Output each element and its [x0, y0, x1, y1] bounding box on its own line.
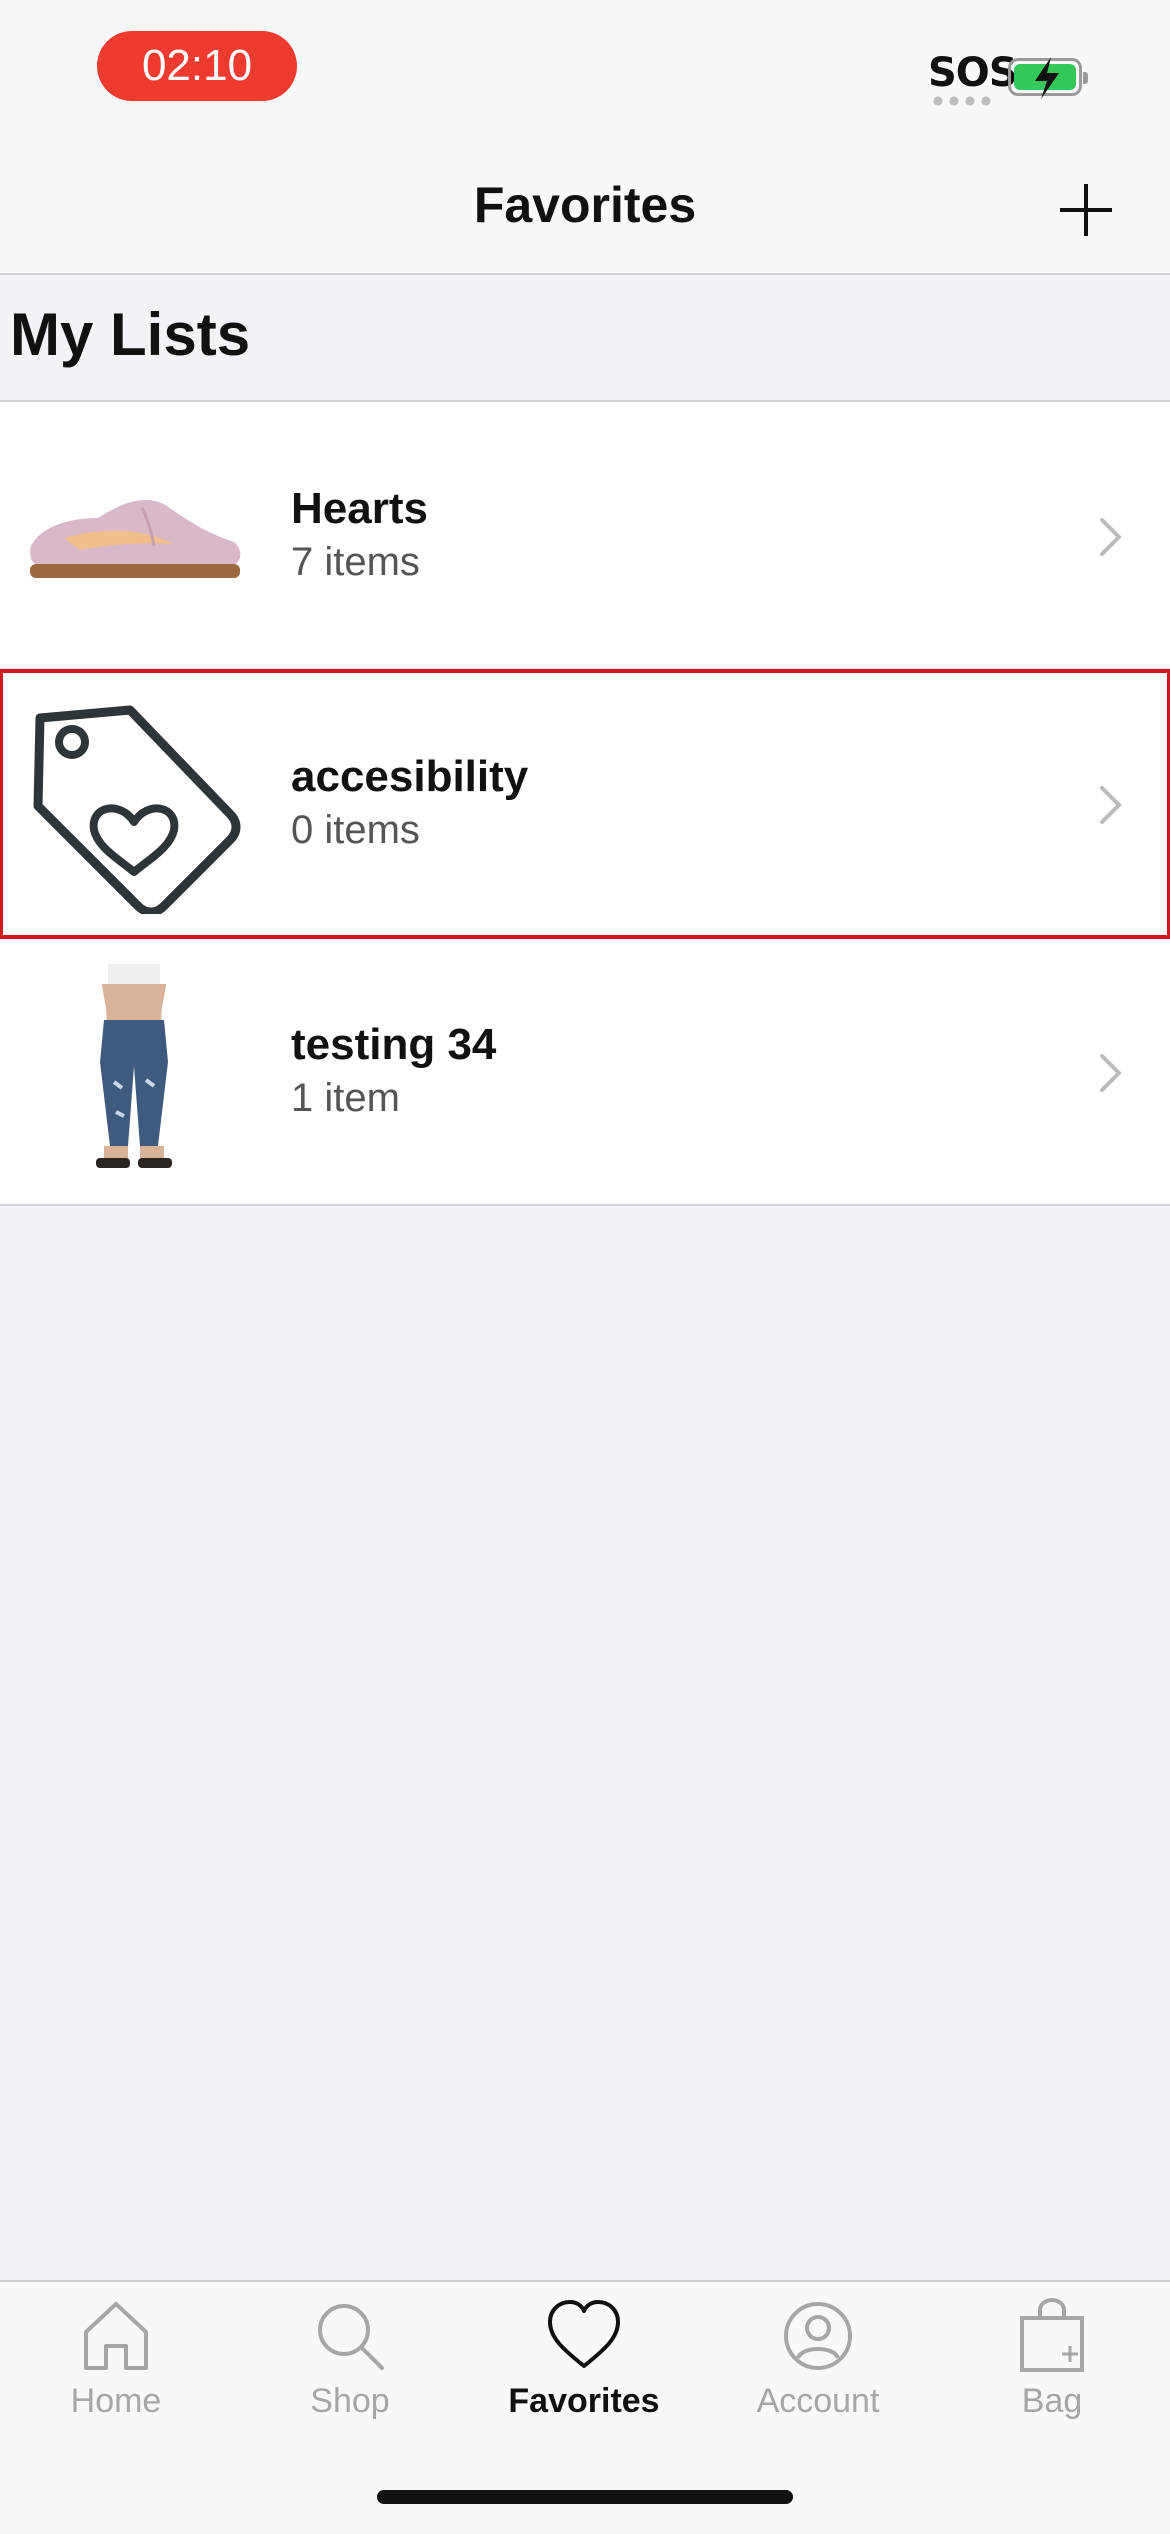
- favorites-list: Hearts 7 items accesibility 0 items test…: [0, 402, 1170, 1206]
- tab-shop[interactable]: Shop: [250, 2296, 450, 2421]
- sos-indicator: SOS: [928, 50, 1018, 96]
- chevron-right-icon: [1100, 518, 1122, 556]
- list-item-testing-34[interactable]: testing 34 1 item: [0, 938, 1170, 1206]
- status-bar: 02:10 SOS: [0, 0, 1170, 140]
- plus-icon[interactable]: [1056, 180, 1116, 240]
- account-icon: [784, 2302, 852, 2370]
- chevron-right-icon: [1100, 786, 1122, 824]
- tab-home[interactable]: Home: [16, 2296, 216, 2421]
- battery-charging-icon: [1008, 57, 1088, 99]
- list-item-hearts[interactable]: Hearts 7 items: [0, 402, 1170, 670]
- list-name: Hearts: [291, 484, 428, 533]
- signal-dots-icon: [930, 96, 992, 106]
- search-icon: [318, 2304, 384, 2370]
- tab-label: Shop: [310, 2382, 390, 2420]
- navigation-bar: Favorites: [0, 140, 1170, 275]
- page-title: Favorites: [473, 177, 697, 233]
- chevron-right-icon: [1100, 1054, 1122, 1092]
- tab-account[interactable]: Account: [718, 2296, 918, 2421]
- jeans-model-image: [96, 964, 172, 1168]
- tab-label: Account: [756, 2382, 880, 2420]
- tab-bag[interactable]: Bag: [952, 2296, 1152, 2421]
- section-title: My Lists: [10, 301, 251, 368]
- list-count: 0 items: [291, 808, 420, 852]
- home-icon: [84, 2302, 148, 2370]
- status-time: 02:10: [97, 31, 297, 101]
- list-count: 7 items: [291, 540, 420, 584]
- bag-icon: [1020, 2297, 1084, 2372]
- list-item-accesibility[interactable]: accesibility 0 items: [0, 669, 1170, 939]
- list-count: 1 item: [291, 1076, 400, 1120]
- tab-label: Home: [70, 2382, 162, 2420]
- home-indicator[interactable]: [377, 2490, 793, 2504]
- tab-favorites[interactable]: Favorites: [484, 2296, 684, 2421]
- list-name: accesibility: [291, 752, 529, 801]
- heart-icon: [548, 2300, 620, 2368]
- heart-tag-icon: [33, 705, 241, 914]
- tab-label: Favorites: [508, 2382, 660, 2420]
- tab-label: Bag: [1021, 2382, 1083, 2420]
- pink-sneaker-image: [30, 499, 241, 578]
- list-name: testing 34: [291, 1020, 497, 1069]
